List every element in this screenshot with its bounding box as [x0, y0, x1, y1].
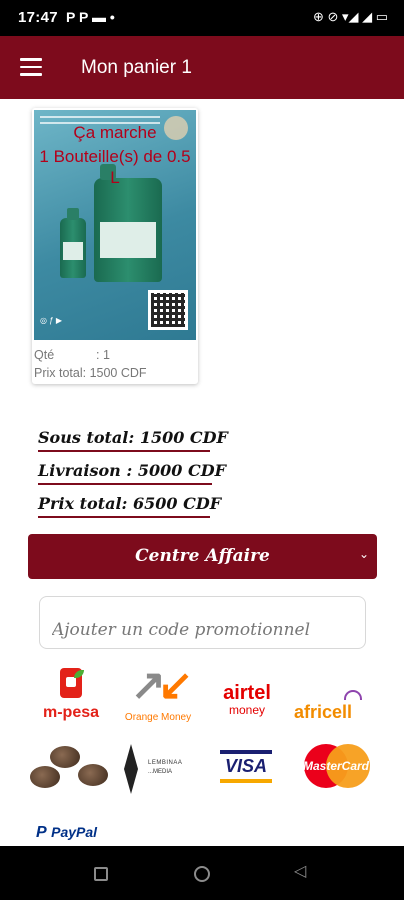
paypal-icon: P — [36, 824, 47, 841]
mpesa-label: m-pesa — [42, 704, 100, 721]
status-bar: 17:47 P P ▬ • ⊕ ⊘ ▾◢ ◢ ▭ — [0, 0, 404, 36]
qr-code-icon — [148, 290, 188, 330]
item-quantity: Qté : 1 — [34, 348, 110, 362]
paypal-label: PayPal — [51, 824, 98, 840]
mastercard-label: MasterCard — [302, 759, 370, 773]
page-title: Mon panier 1 — [81, 57, 192, 78]
product-variant-overlay: 1 Bouteille(s) de 0.5 L — [39, 147, 191, 187]
qty-value: : 1 — [96, 348, 110, 362]
promo-code-input[interactable] — [39, 596, 366, 649]
coffee-beans-logo[interactable] — [28, 742, 112, 794]
airtel-label: airtel — [223, 682, 271, 704]
grand-total-line: Prix total: 6500 CDF — [38, 494, 221, 518]
diamond-icon — [124, 744, 138, 794]
africell-signal-icon — [344, 690, 362, 700]
lembinaa-media-label: ...MEDIA — [148, 769, 173, 775]
delivery-location-select[interactable]: Centre Affaire ⌄ — [28, 534, 377, 579]
bottle-product-image — [60, 208, 86, 278]
africell-payment-logo[interactable]: africell — [294, 690, 374, 726]
social-icons: ◎ ƒ ▶ — [40, 316, 63, 325]
orange-money-label: Orange Money — [124, 712, 192, 723]
lembinaa-label: LEMBINAA — [148, 760, 183, 766]
africell-label: africell — [294, 702, 353, 722]
qty-label: Qté — [34, 348, 55, 362]
lembinaa-media-logo[interactable]: LEMBINAA ...MEDIA — [118, 740, 198, 796]
back-icon[interactable]: ◁ — [294, 861, 306, 881]
orange-money-payment-logo[interactable]: ↗↙ Orange Money — [118, 664, 198, 726]
product-image[interactable]: ◎ ƒ ▶ Ça marche 1 Bouteille(s) de 0.5 L — [34, 110, 196, 340]
hamburger-menu-icon[interactable] — [20, 58, 42, 76]
delivery-location-value: Centre Affaire — [135, 546, 270, 566]
notification-icons: P P ▬ • — [66, 9, 115, 25]
jerrycan-product-image — [94, 164, 162, 282]
product-name-overlay: Ça marche — [73, 123, 157, 142]
system-navigation-bar: ◁ — [0, 846, 404, 900]
delivery-fee-line: Livraison : 5000 CDF — [38, 461, 226, 485]
mastercard-payment-logo[interactable]: MasterCard — [300, 744, 372, 790]
recent-apps-icon[interactable] — [94, 867, 108, 881]
airtel-money-sublabel: money — [228, 703, 266, 717]
app-bar: Mon panier 1 — [0, 36, 404, 99]
mpesa-payment-logo[interactable]: m-pesa — [38, 668, 104, 726]
visa-label: VISA — [224, 756, 267, 776]
paypal-payment-logo[interactable]: P PayPal — [36, 824, 116, 844]
home-icon[interactable] — [194, 866, 210, 882]
system-status-icons: ⊕ ⊘ ▾◢ ◢ ▭ — [312, 9, 388, 24]
visa-payment-logo[interactable]: VISA — [220, 750, 272, 790]
subtotal-line: Sous total: 1500 CDF — [38, 428, 228, 452]
orange-money-arrows-icon: ↗↙ — [130, 661, 193, 708]
airtel-money-payment-logo[interactable]: airtel money — [206, 682, 288, 724]
chevron-down-icon: ⌄ — [358, 547, 369, 561]
item-total-price: Prix total: 1500 CDF — [34, 366, 147, 380]
status-time: 17:47 — [18, 9, 58, 26]
cart-item-card[interactable]: ◎ ƒ ▶ Ça marche 1 Bouteille(s) de 0.5 L … — [32, 108, 198, 384]
